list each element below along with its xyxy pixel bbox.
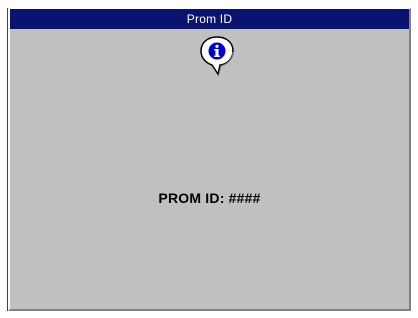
prom-id-dialog: Prom ID PROM ID: #### xyxy=(7,8,411,311)
prom-id-message: PROM ID: #### xyxy=(158,190,261,206)
dialog-title: Prom ID xyxy=(186,12,233,26)
dialog-titlebar[interactable]: Prom ID xyxy=(10,9,409,29)
info-icon xyxy=(198,35,236,77)
